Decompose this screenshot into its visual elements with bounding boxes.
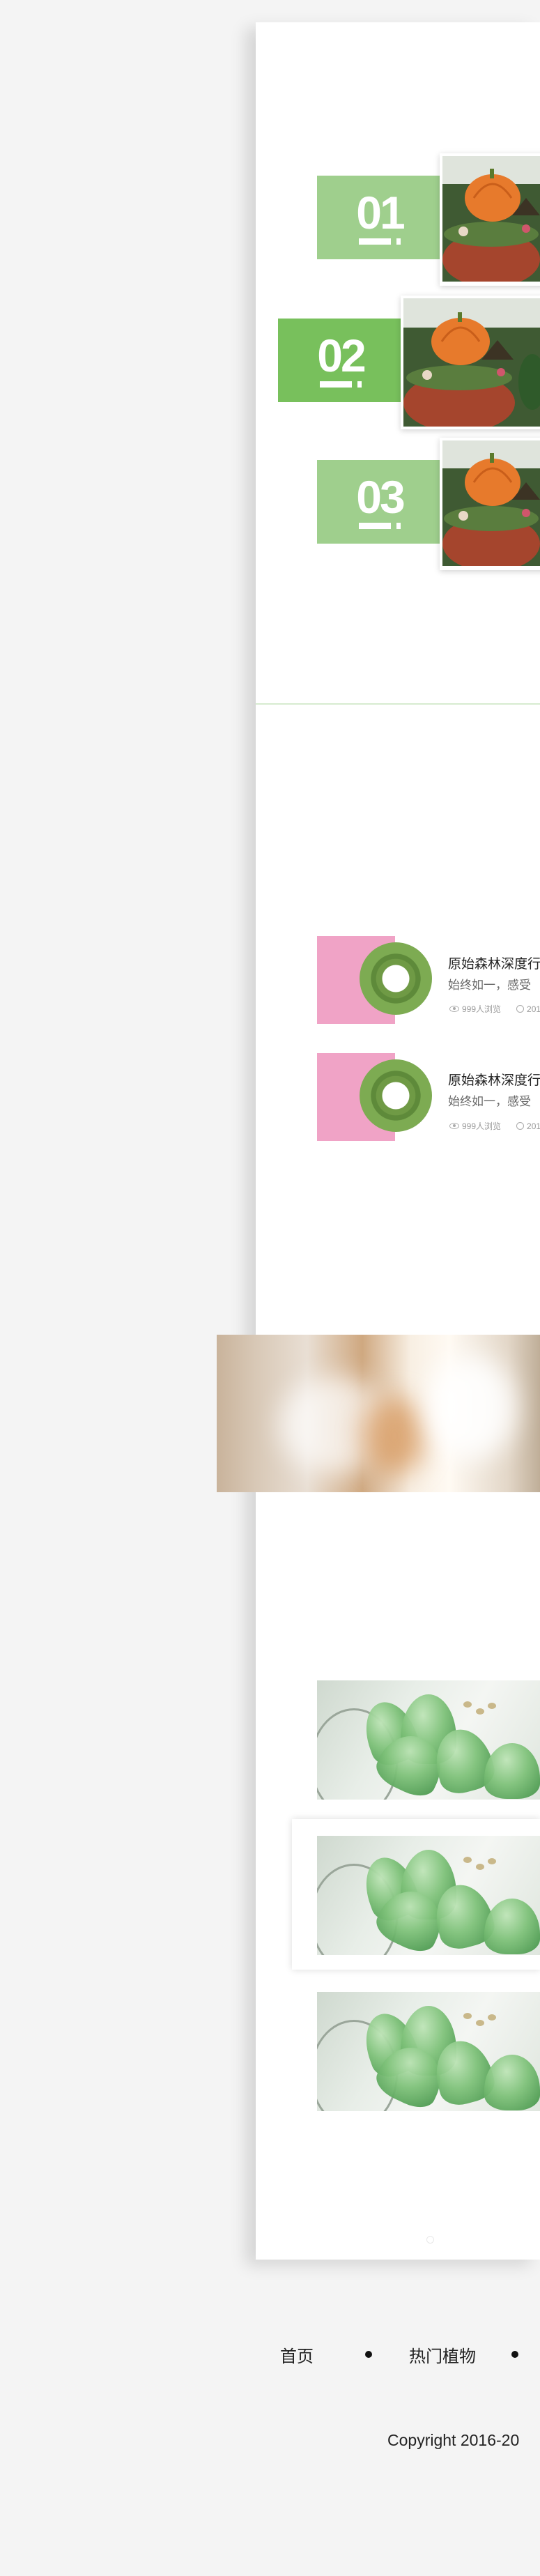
pumpkin-planter-photo[interactable] [440, 153, 540, 286]
nav-item-home[interactable]: 首页 [280, 2343, 314, 2367]
succulent-card-active[interactable] [292, 1819, 540, 1970]
blurred-banner-image [217, 1335, 540, 1492]
number-badge-03[interactable]: 03 [317, 460, 442, 544]
clock-icon [516, 1005, 525, 1013]
footer-nav: 首页 热门植物 [0, 2340, 540, 2368]
nav-item-popular-plants[interactable]: 热门植物 [409, 2343, 476, 2367]
carousel-dot[interactable] [426, 2236, 434, 2244]
section-divider [256, 703, 540, 705]
post-date: 2016- [527, 1004, 540, 1014]
nav-separator-dot [365, 2351, 372, 2358]
eye-icon [449, 1006, 459, 1012]
number-badge-01[interactable]: 01 [317, 176, 442, 259]
eye-icon [449, 1123, 459, 1129]
pumpkin-planter-icon [442, 156, 540, 283]
post-title[interactable]: 原始森林深度行 [448, 1070, 540, 1089]
succulent-photo [317, 1836, 540, 1955]
number-badge-02[interactable]: 02 [278, 319, 403, 402]
post-views: 999人浏览 [462, 1004, 502, 1014]
pumpkin-planter-photo[interactable] [401, 296, 540, 429]
number-underline [359, 522, 401, 529]
post-description: 始终如一，感受 [448, 1095, 531, 1108]
pumpkin-planter-icon [442, 440, 540, 567]
copyright-text: Copyright 2016-20 [387, 2431, 520, 2449]
succulent-card[interactable] [317, 1992, 540, 2111]
succulent-wreath-icon [360, 1059, 432, 1132]
pumpkin-planter-photo[interactable] [440, 438, 540, 570]
pumpkin-planter-icon [403, 298, 540, 427]
post-description: 始终如一，感受 [448, 979, 531, 992]
number-label: 03 [356, 470, 405, 523]
succulent-card[interactable] [317, 1680, 540, 1800]
number-label: 01 [356, 186, 405, 238]
nav-separator-dot [511, 2351, 518, 2358]
succulent-wreath-icon [360, 942, 432, 1015]
post-meta: 999人浏览 2016- [449, 1120, 540, 1132]
number-underline [359, 238, 401, 245]
succulent-photo [317, 1680, 540, 1800]
post-date: 2016- [527, 1121, 540, 1131]
clock-icon [516, 1122, 525, 1130]
post-title[interactable]: 原始森林深度行 [448, 953, 540, 972]
number-underline [320, 381, 362, 388]
succulent-photo [317, 1992, 540, 2111]
post-meta: 999人浏览 2016- [449, 1003, 540, 1015]
number-label: 02 [317, 329, 366, 381]
post-views: 999人浏览 [462, 1121, 502, 1131]
